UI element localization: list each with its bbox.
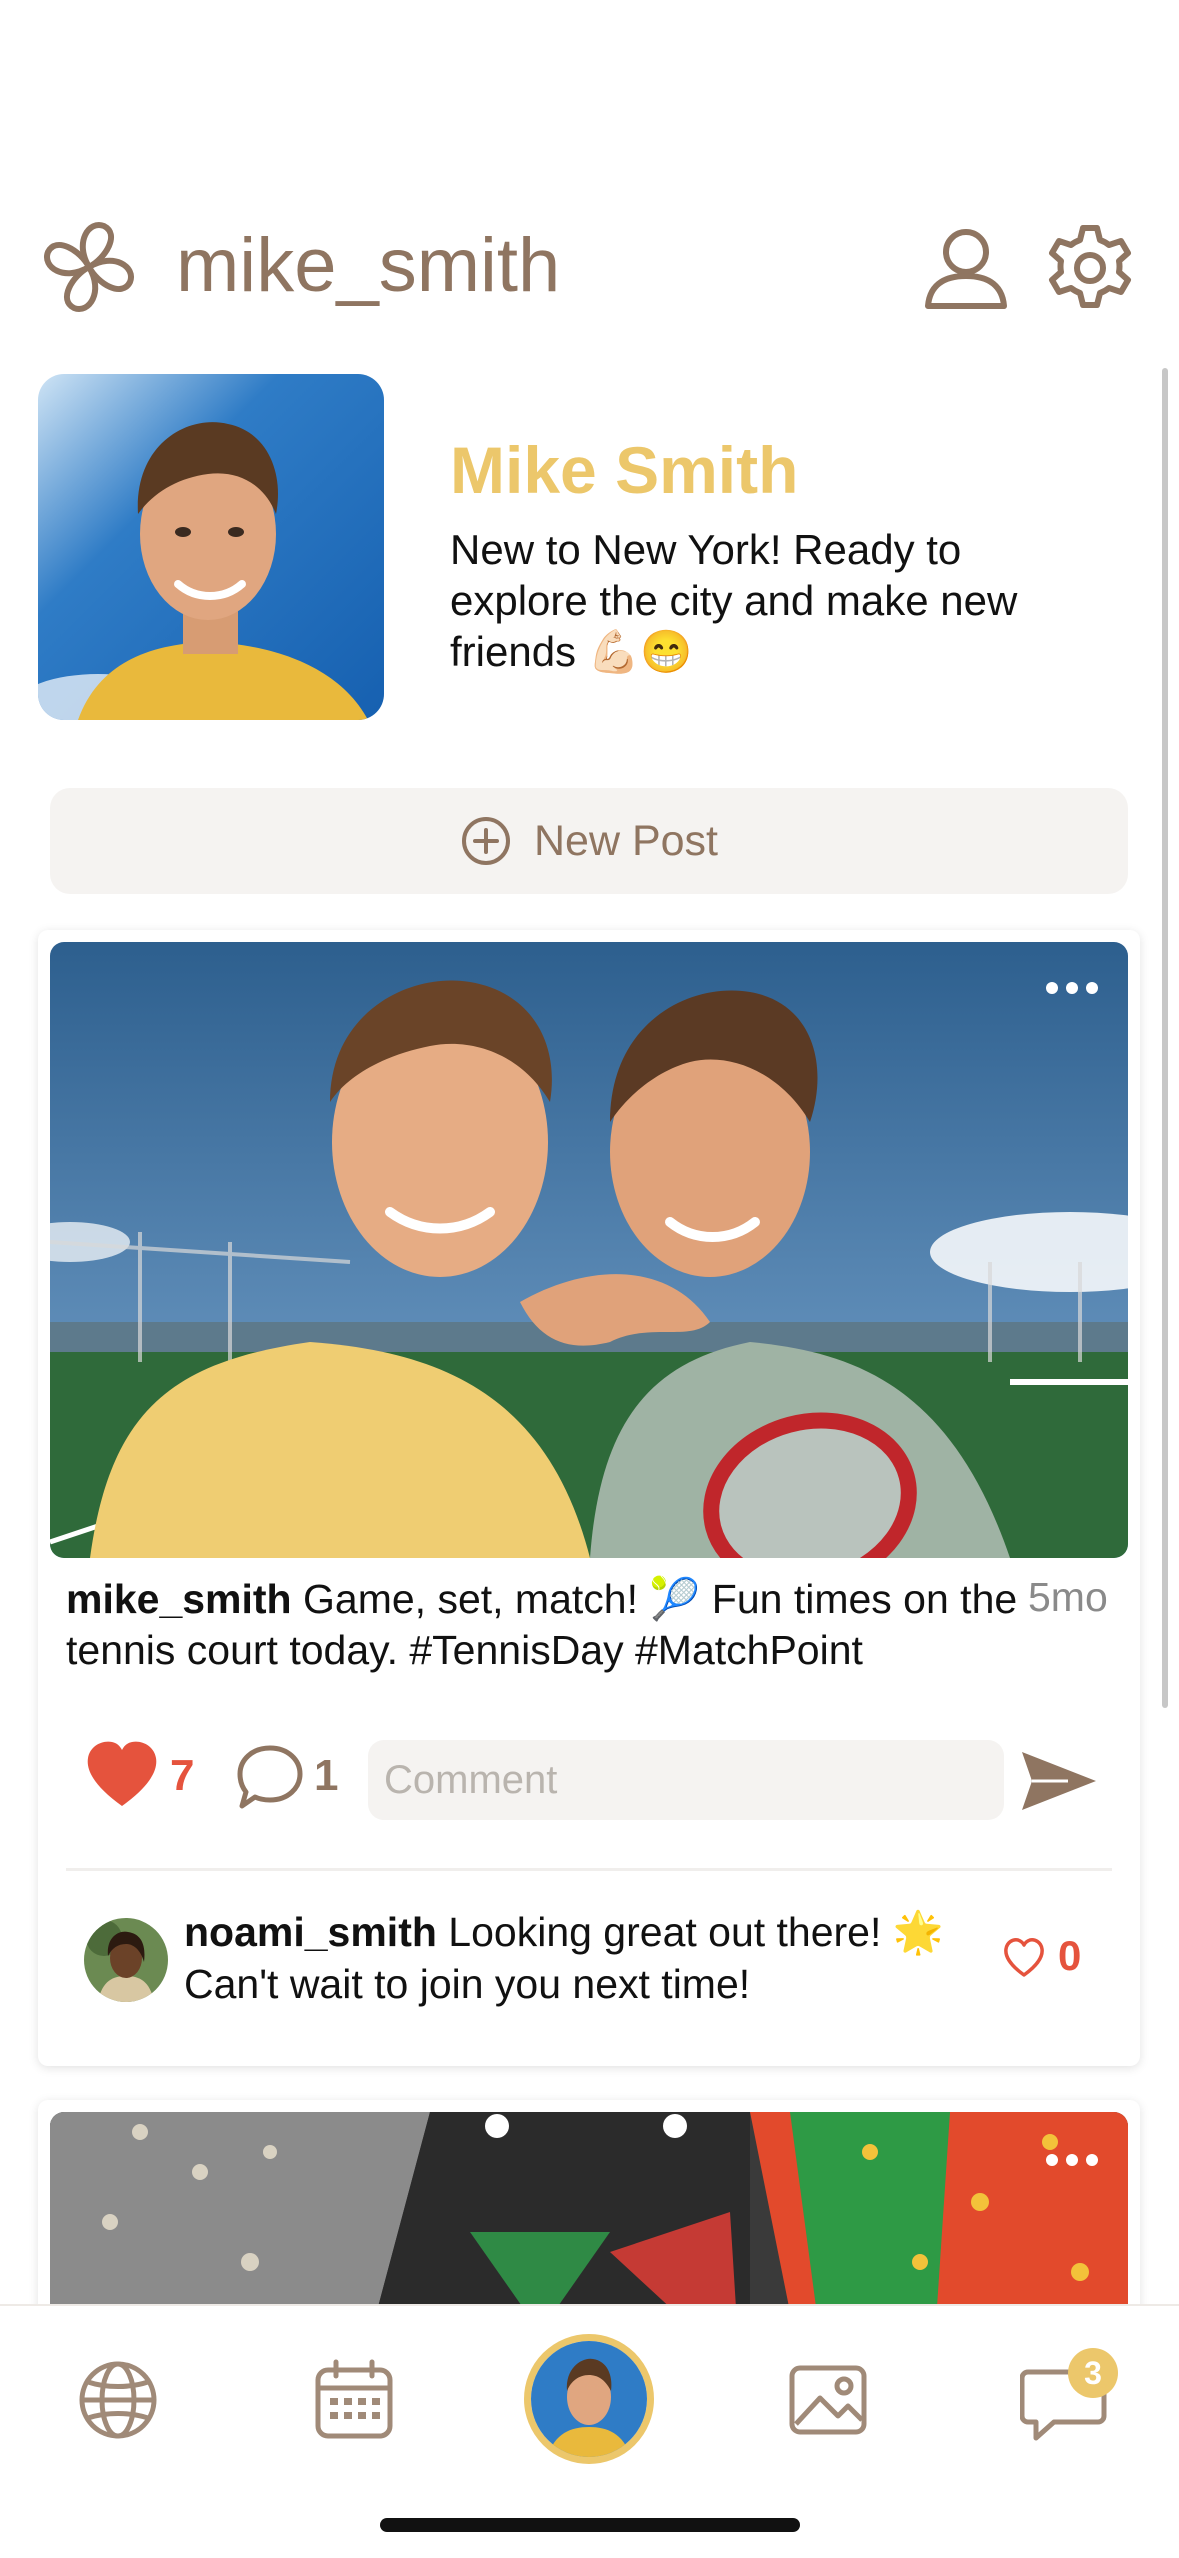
comment-like-count: 0: [1058, 1932, 1082, 1979]
post-more-icon[interactable]: [1042, 975, 1102, 1001]
new-post-label: New Post: [533, 816, 718, 865]
calendar-icon[interactable]: [312, 2358, 396, 2442]
comment-author[interactable]: noami_smith: [184, 1909, 437, 1955]
post-more-icon[interactable]: [1042, 2147, 1102, 2173]
profile-name: Mike Smith: [450, 433, 799, 507]
comment-bubble-icon[interactable]: [234, 1742, 306, 1812]
header-username: mike_smith: [176, 223, 561, 308]
comment-text: noami_smith Looking great out there! 🌟 C…: [184, 1906, 984, 2010]
heart-filled-icon[interactable]: [84, 1740, 160, 1810]
gear-icon[interactable]: [1042, 220, 1138, 316]
post-timestamp: 5mo: [1028, 1574, 1108, 1620]
post-divider: [66, 1868, 1112, 1871]
send-icon[interactable]: [1018, 1748, 1098, 1814]
scrollbar[interactable]: [1162, 368, 1168, 1708]
new-post-button[interactable]: New Post: [50, 788, 1128, 894]
profile-bio: New to New York! Ready to explore the ci…: [450, 526, 1018, 675]
comment-input[interactable]: [368, 1740, 1004, 1820]
home-indicator[interactable]: [380, 2518, 800, 2532]
like-count: 7: [170, 1751, 195, 1800]
profile-tab-avatar[interactable]: [524, 2334, 654, 2464]
clover-logo-icon: [44, 222, 134, 312]
post-photo[interactable]: [50, 942, 1128, 1558]
chat-unread-badge: 3: [1068, 2348, 1118, 2398]
person-icon[interactable]: [918, 220, 1014, 316]
commenter-avatar[interactable]: [84, 1918, 168, 2002]
photo-icon[interactable]: [786, 2358, 870, 2442]
post-author[interactable]: mike_smith: [66, 1576, 292, 1622]
comment-count: 1: [314, 1751, 339, 1800]
post-caption: mike_smith Game, set, match! 🎾 Fun times…: [66, 1574, 1026, 1676]
plus-circle-icon: [461, 817, 510, 865]
heart-outline-icon[interactable]: [1002, 1937, 1046, 1979]
globe-icon[interactable]: [76, 2358, 160, 2442]
profile-photo[interactable]: [38, 374, 384, 720]
